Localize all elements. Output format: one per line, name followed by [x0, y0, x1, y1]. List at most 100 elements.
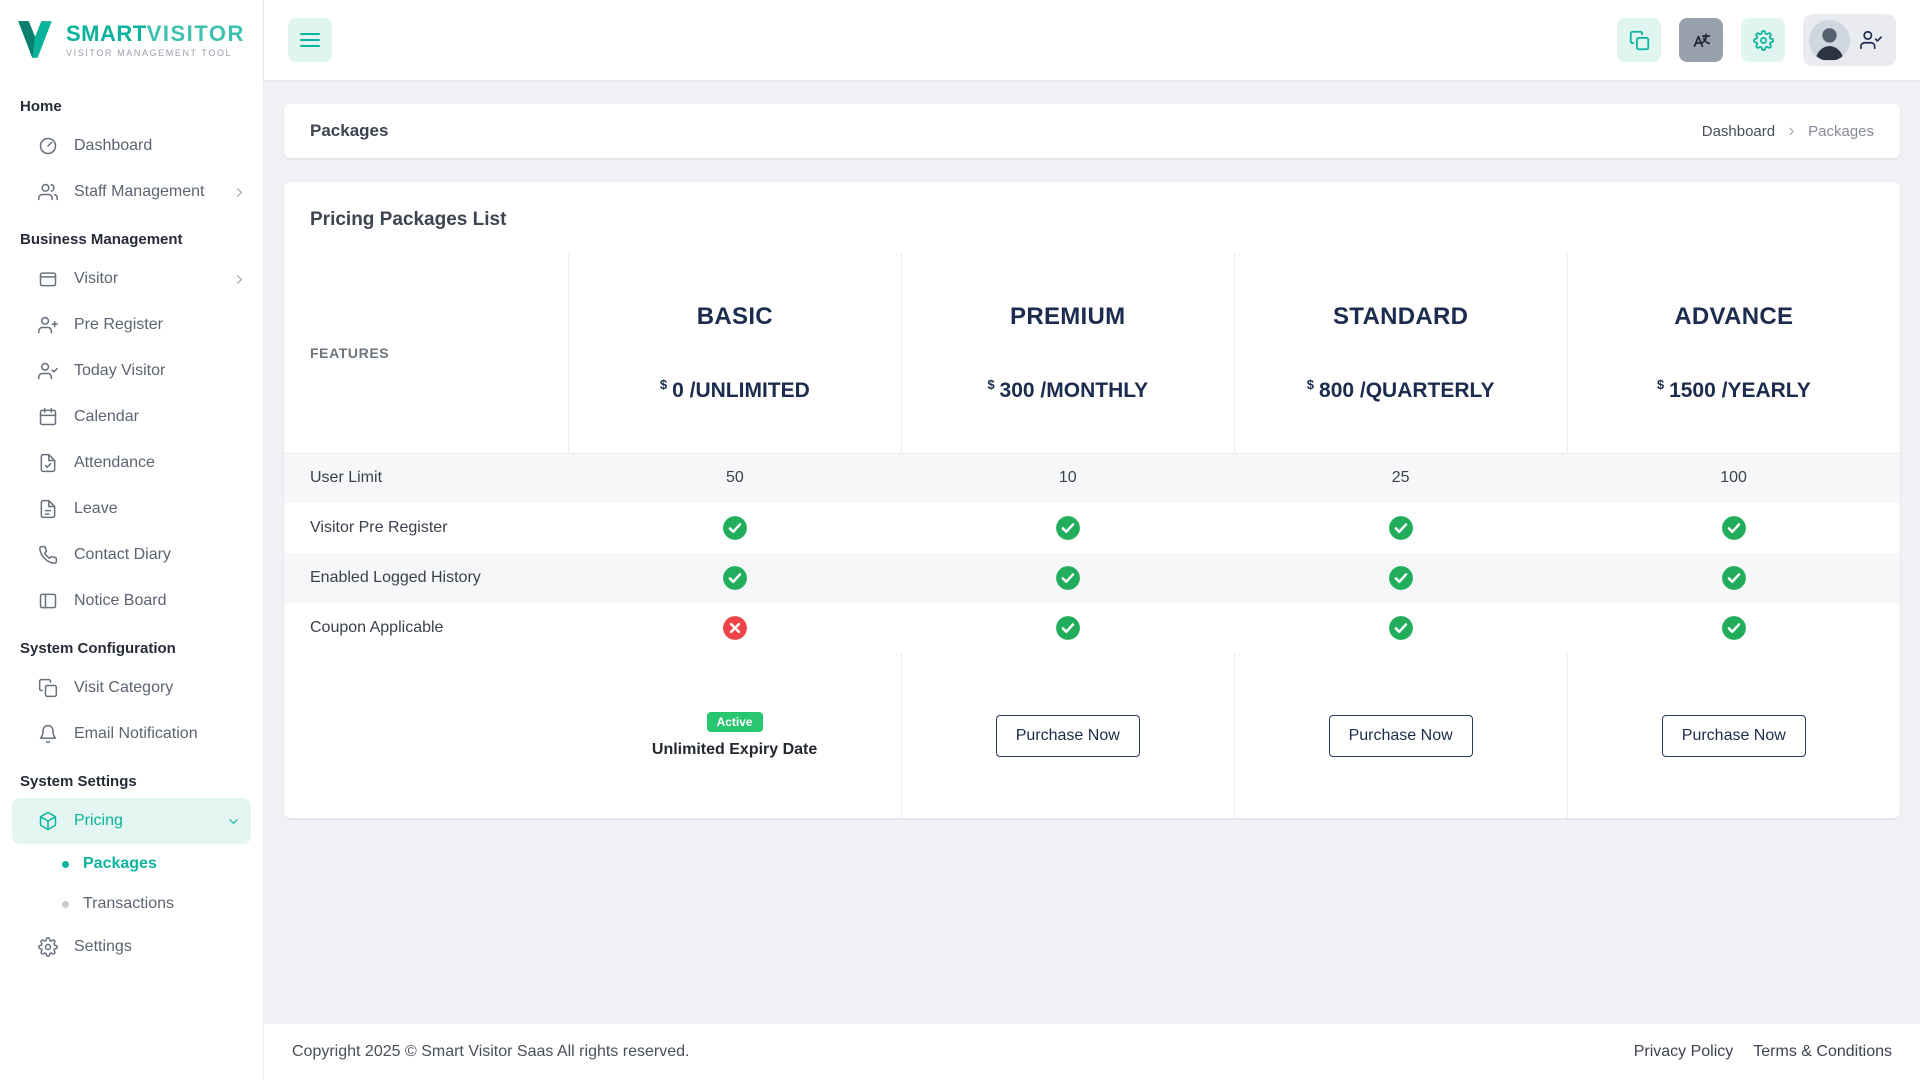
profile-button[interactable] — [1803, 14, 1896, 66]
purchase-cell: Purchase Now — [900, 653, 1235, 818]
bell-icon — [39, 724, 57, 744]
copy-button[interactable] — [1617, 18, 1661, 62]
sidebar: SMARTVISITOR VISITOR MANAGEMENT TOOL Hom… — [0, 0, 264, 1080]
sidebar-toggle-button[interactable] — [288, 18, 332, 62]
check-circle-icon — [722, 516, 747, 540]
purchase-empty-cell — [284, 653, 568, 818]
sidebar-item-today-visitor[interactable]: Today Visitor — [0, 348, 263, 394]
settings-button[interactable] — [1741, 18, 1785, 62]
breadcrumb: Dashboard Packages — [1702, 123, 1874, 140]
section-title-home: Home — [20, 98, 62, 115]
plan-price: $1500 /YEARLY — [1656, 376, 1811, 402]
breadcrumb-dashboard-link[interactable]: Dashboard — [1702, 123, 1775, 140]
sidebar-item-label: Pricing — [74, 812, 123, 829]
feature-enabled-cell — [1234, 603, 1567, 653]
breadcrumb-bar: Packages Dashboard Packages — [284, 104, 1900, 158]
plan-price: $0 /UNLIMITED — [659, 376, 810, 402]
logo-text: SMARTVISITOR VISITOR MANAGEMENT TOOL — [66, 20, 245, 58]
sidebar-item-label: Staff Management — [74, 183, 205, 200]
feature-enabled-cell — [1234, 553, 1567, 603]
gear-icon — [38, 937, 58, 957]
brand-name-primary: SMART — [66, 20, 147, 46]
privacy-policy-link[interactable]: Privacy Policy — [1634, 1043, 1734, 1061]
page-title: Packages — [310, 121, 389, 140]
feature-rows: User Limit 50 10 25 100 Visitor Pre Register E… — [284, 453, 1900, 653]
check-circle-icon — [1721, 616, 1746, 640]
logo-v-icon — [18, 21, 52, 58]
check-circle-icon — [1055, 616, 1080, 640]
features-header: FEATURES — [310, 344, 390, 361]
dashboard-icon — [39, 137, 57, 155]
sidebar-subitem-label: Packages — [83, 855, 157, 872]
sidebar-item-pricing[interactable]: Pricing — [12, 798, 251, 844]
active-badge: Active — [706, 712, 763, 732]
bullet-icon — [62, 860, 69, 868]
sidebar-item-attendance[interactable]: Attendance — [0, 440, 263, 486]
terms-conditions-link[interactable]: Terms & Conditions — [1753, 1043, 1892, 1061]
app-logo[interactable]: SMARTVISITOR VISITOR MANAGEMENT TOOL — [0, 0, 263, 80]
phone-icon — [39, 545, 58, 565]
feature-name: Enabled Logged History — [310, 569, 481, 586]
plan-name: STANDARD — [1332, 302, 1469, 330]
sidebar-item-contact-diary[interactable]: Contact Diary — [0, 532, 263, 578]
feature-disabled-cell — [568, 603, 901, 653]
sidebar-item-settings[interactable]: Settings — [0, 924, 263, 970]
check-circle-icon — [1055, 516, 1080, 540]
cross-circle-icon — [722, 616, 747, 640]
copy-icon — [1629, 30, 1649, 50]
sidebar-item-dashboard[interactable]: Dashboard — [0, 123, 263, 169]
sidebar-item-label: Email Notification — [74, 725, 198, 742]
check-circle-icon — [722, 566, 747, 590]
sidebar-item-visitor[interactable]: Visitor — [0, 256, 263, 302]
sidebar-item-notice-board[interactable]: Notice Board — [0, 578, 263, 624]
avatar — [1809, 19, 1850, 61]
expiry-text: Unlimited Expiry Date — [651, 741, 818, 758]
sidebar-item-pre-register[interactable]: Pre Register — [0, 302, 263, 348]
chevron-right-icon — [237, 187, 242, 197]
sidebar-item-label: Leave — [74, 500, 118, 517]
sidebar-item-label: Settings — [74, 938, 132, 955]
hamburger-icon — [300, 33, 320, 47]
chevron-down-icon — [229, 818, 238, 824]
sidebar-item-label: Attendance — [74, 454, 155, 471]
purchase-now-button-standard[interactable]: Purchase Now — [1328, 714, 1473, 757]
feature-value-cell: 10 — [1058, 469, 1077, 487]
sidebar-item-email-notification[interactable]: Email Notification — [0, 711, 263, 757]
purchase-now-button-advance[interactable]: Purchase Now — [1661, 714, 1806, 757]
calendar-icon — [39, 407, 57, 426]
plan-header-advance: ADVANCE $1500 /YEARLY — [1566, 253, 1900, 453]
sidebar-subitem-packages[interactable]: Packages — [0, 844, 263, 884]
sidebar-nav: Home Dashboard Staff Management Business… — [0, 80, 263, 980]
file-icon — [40, 499, 56, 519]
topbar-actions — [1617, 14, 1896, 66]
plan-name: BASIC — [696, 302, 773, 330]
user-plus-icon — [38, 316, 58, 334]
brand-tagline: VISITOR MANAGEMENT TOOL — [66, 47, 233, 58]
feature-row: Enabled Logged History — [284, 553, 1900, 603]
copyright-text: Copyright 2025 © Smart Visitor Saas All … — [292, 1043, 690, 1060]
purchase-now-button-premium[interactable]: Purchase Now — [995, 714, 1140, 757]
check-circle-icon — [1721, 566, 1746, 590]
chevron-right-icon — [1789, 127, 1794, 135]
plan-header-basic: BASIC $0 /UNLIMITED — [567, 253, 902, 453]
feature-enabled-cell — [568, 503, 901, 553]
sidebar-item-label: Contact Diary — [74, 546, 171, 563]
sidebar-item-calendar[interactable]: Calendar — [0, 394, 263, 440]
visitor-card-icon — [39, 272, 57, 287]
package-icon — [39, 811, 57, 831]
translate-button[interactable] — [1679, 18, 1723, 62]
sidebar-item-label: Notice Board — [74, 592, 167, 609]
footer: Copyright 2025 © Smart Visitor Saas All … — [264, 1024, 1920, 1080]
brand-name: SMARTVISITOR — [66, 20, 245, 46]
active-plan-cell: Active Unlimited Expiry Date — [568, 653, 901, 818]
sidebar-item-label: Visitor — [74, 270, 119, 287]
user-check-icon — [38, 362, 58, 380]
feature-enabled-cell — [1234, 503, 1567, 553]
plan-price: $300 /MONTHLY — [987, 376, 1149, 402]
sidebar-subitem-transactions[interactable]: Transactions — [0, 884, 263, 924]
sidebar-item-staff-management[interactable]: Staff Management — [0, 169, 263, 215]
sidebar-item-visit-category[interactable]: Visit Category — [0, 665, 263, 711]
sidebar-item-leave[interactable]: Leave — [0, 486, 263, 532]
check-circle-icon — [1388, 566, 1413, 590]
section-title-system-settings: System Settings — [20, 773, 137, 790]
